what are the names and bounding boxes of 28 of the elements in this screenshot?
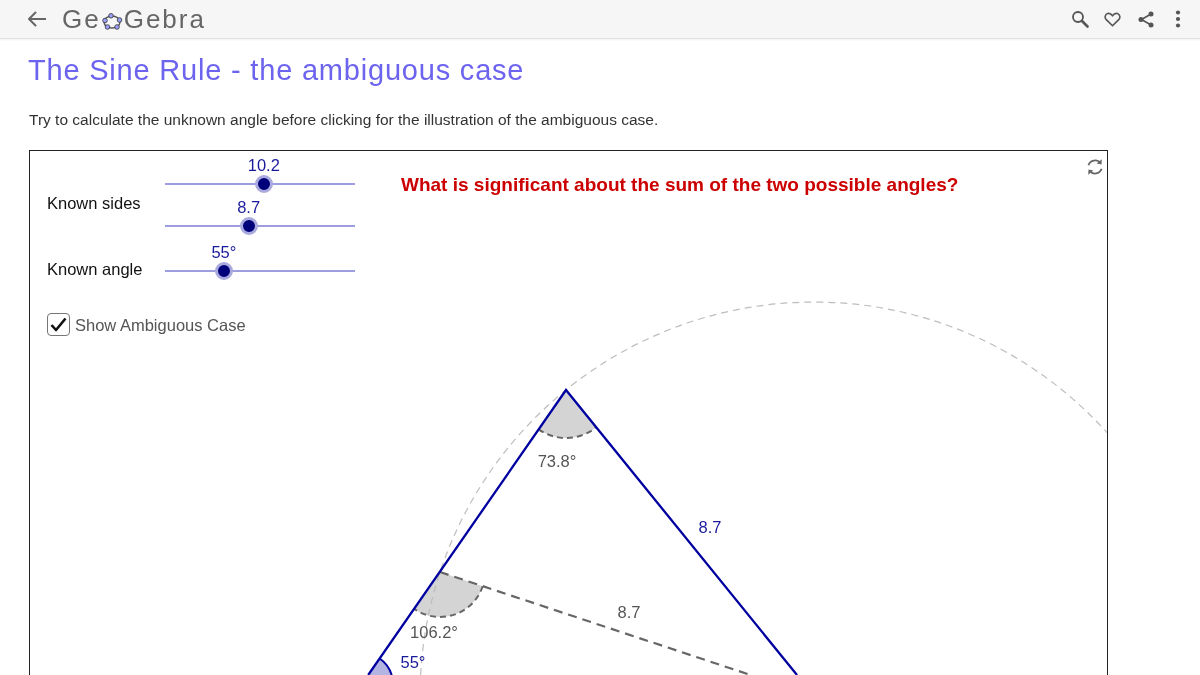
more-options-icon[interactable] — [1175, 10, 1181, 28]
share-icon[interactable] — [1138, 10, 1154, 28]
measurement-label: 8.7 — [698, 518, 722, 536]
search-icon[interactable] — [1071, 10, 1089, 28]
logo-text: Ge — [62, 3, 101, 35]
question-text: What is significant about the sum of the two possible angles? — [401, 174, 959, 196]
description-text: Try to calculate the unknown angle before clicking for the illustration of the ambiguous case. — [29, 111, 659, 129]
slider-thumb[interactable] — [214, 262, 233, 280]
heart-icon[interactable] — [1104, 11, 1121, 27]
logo-icon — [100, 11, 123, 30]
slider-label: Known angle — [47, 259, 143, 279]
measurement-label: 73.8° — [537, 452, 577, 470]
logo-text: Gebra — [123, 3, 206, 35]
checkmark-icon — [50, 317, 67, 332]
slider-thumb[interactable] — [239, 217, 258, 235]
slider-value: 8.7 — [237, 199, 261, 215]
measurement-label: 106.2° — [410, 623, 458, 641]
slider-thumb[interactable] — [254, 175, 273, 193]
checkbox[interactable] — [47, 313, 70, 336]
measurement-label: 55° — [400, 653, 426, 671]
slider-value: 10.2 — [247, 157, 280, 173]
slider-value: 55° — [211, 244, 237, 260]
arrow-left-icon[interactable] — [27, 11, 46, 27]
checkbox-label[interactable]: Show Ambiguous Case — [75, 314, 246, 335]
slider-label: Known sides — [47, 193, 141, 213]
measurement-label: 8.7 — [617, 603, 641, 621]
page-title: The Sine Rule - the ambiguous case — [28, 53, 525, 87]
refresh-icon[interactable] — [1086, 158, 1104, 176]
